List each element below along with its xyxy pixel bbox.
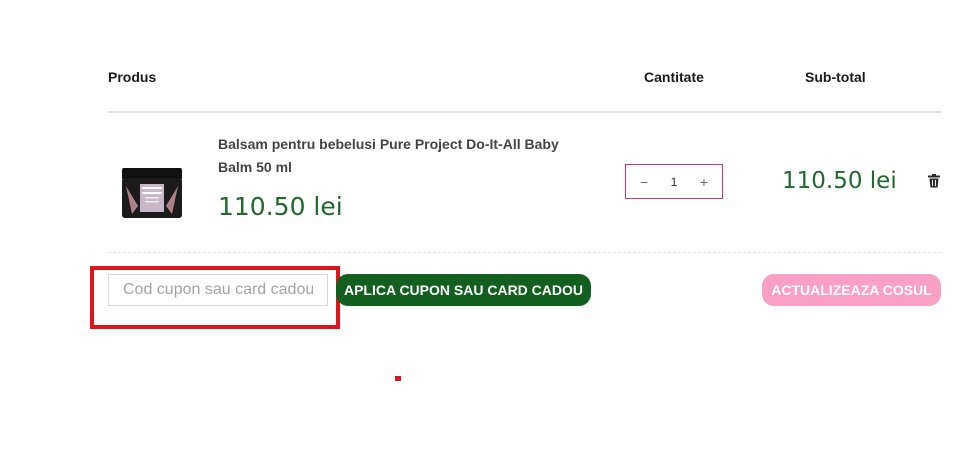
coupon-input[interactable] [108, 274, 328, 306]
quantity-increment-button[interactable]: + [700, 174, 708, 190]
product-price: 110.50 lei [218, 192, 343, 221]
column-header-product: Produs [108, 69, 157, 85]
quantity-stepper[interactable]: − 1 + [625, 164, 723, 199]
column-header-quantity: Cantitate [644, 69, 704, 85]
trash-icon[interactable] [928, 174, 940, 188]
product-thumbnail[interactable] [118, 166, 186, 222]
quantity-value[interactable]: 1 [671, 175, 678, 189]
quantity-decrement-button[interactable]: − [640, 174, 648, 190]
cursor-marker [395, 376, 401, 381]
product-name-link[interactable]: Balsam pentru bebelusi Pure Project Do-I… [218, 133, 578, 179]
column-header-subtotal: Sub-total [805, 69, 866, 85]
update-cart-button[interactable]: ACTUALIZEAZA COSUL [762, 274, 941, 306]
apply-coupon-button[interactable]: APLICA CUPON SAU CARD CADOU [336, 274, 591, 306]
table-header-divider [108, 111, 941, 113]
item-subtotal: 110.50 lei [782, 168, 897, 194]
balm-jar-icon [122, 168, 182, 218]
row-divider [108, 252, 941, 253]
